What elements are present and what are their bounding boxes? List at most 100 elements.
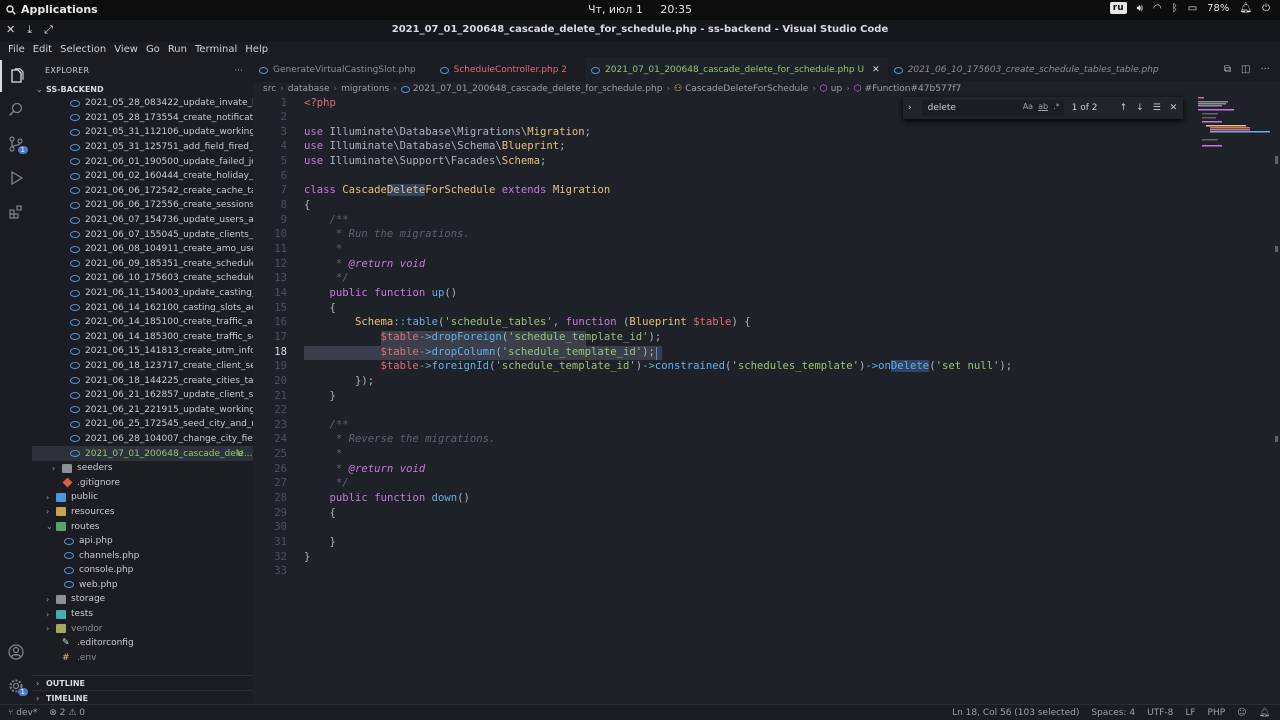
problems-indicator[interactable]: ⊗ 2 ⚠ 0	[49, 708, 85, 718]
find-in-selection-icon[interactable]: ☰	[1153, 103, 1161, 113]
tree-file-api[interactable]: api.php	[32, 534, 253, 549]
tree-file-migration[interactable]: 2021_06_14_162100_casting_slots_add_...	[32, 300, 253, 315]
code-line[interactable]: 29 {	[253, 507, 1193, 522]
code-line[interactable]: 13 */	[253, 272, 1193, 287]
code-line[interactable]: 33	[253, 565, 1193, 580]
notifications-bell-icon[interactable]: 🔔︎	[1259, 708, 1270, 718]
manage-gear-icon[interactable]: 1	[0, 670, 32, 702]
tree-file-migration[interactable]: 2021_06_06_172542_create_cache_tabl...	[32, 184, 253, 199]
tree-folder-tests[interactable]: › tests	[32, 607, 253, 622]
code-line[interactable]: 10 * Run the migrations.	[253, 228, 1193, 243]
next-match-icon[interactable]: ↓	[1136, 103, 1144, 113]
language-mode[interactable]: PHP	[1208, 708, 1226, 718]
tree-file-migration[interactable]: 2021_06_15_141813_create_utm_info_t...	[32, 344, 253, 359]
timeline-section[interactable]: › TIMELINE	[32, 690, 253, 704]
tree-file-env[interactable]: # .env	[32, 651, 253, 666]
tab-generate-virtual-casting-slot[interactable]: GenerateVirtualCastingSlot.php	[253, 58, 424, 82]
more-actions-icon[interactable]: ···	[1260, 64, 1270, 75]
tree-file-migration[interactable]: 2021_06_10_175603_create_schedule_t...	[32, 271, 253, 286]
tree-file-migration[interactable]: 2021_06_08_104911_create_amo_user_...	[32, 242, 253, 257]
code-line[interactable]: 24 * Reverse the migrations.	[253, 433, 1193, 448]
tree-file-migration[interactable]: 2021_05_31_112106_update_working_g...	[32, 125, 253, 140]
menu-edit[interactable]: Edit	[29, 42, 56, 58]
notifications-icon[interactable]: 🔔︎	[1239, 3, 1252, 14]
code-line[interactable]: 20 });	[253, 375, 1193, 390]
indentation[interactable]: Spaces: 4	[1091, 708, 1135, 718]
breadcrumb-item[interactable]: 2021_07_01_200648_cascade_delete_for_sch…	[413, 84, 663, 94]
tree-folder-resources[interactable]: › resources	[32, 505, 253, 520]
tree-file-selected[interactable]: 2021_07_01_200648_cascade_dele... U	[32, 446, 253, 461]
tree-file-migration[interactable]: 2021_06_21_221915_update_working_s...	[32, 402, 253, 417]
open-changes-icon[interactable]: ⧉	[1224, 64, 1231, 75]
tree-file-gitignore[interactable]: .gitignore	[32, 475, 253, 490]
code-line[interactable]: 7 class CascadeDeleteForSchedule extends …	[253, 184, 1193, 199]
code-line[interactable]: 11 *	[253, 243, 1193, 258]
end-of-line[interactable]: LF	[1185, 708, 1195, 718]
wifi-icon[interactable]: ◠	[1153, 3, 1162, 14]
code-line[interactable]: 21 }	[253, 390, 1193, 405]
tree-folder-storage[interactable]: › storage	[32, 592, 253, 607]
code-line[interactable]: 4 use Illuminate\Database\Schema\Blueprin…	[253, 140, 1193, 155]
code-line[interactable]: 3 use Illuminate\Database\Migrations\Migr…	[253, 126, 1193, 141]
keyboard-layout-indicator[interactable]: ru	[1109, 2, 1127, 14]
code-line[interactable]: 8{	[253, 199, 1193, 214]
match-word-toggle[interactable]: ab	[1038, 102, 1048, 111]
code-line[interactable]: 22	[253, 404, 1193, 419]
clock-time[interactable]: 20:35	[660, 3, 692, 16]
match-case-toggle[interactable]: Aa	[1023, 102, 1033, 111]
tree-file-channels[interactable]: channels.php	[32, 548, 253, 563]
tree-file-migration[interactable]: 2021_06_09_185351_create_schedules_...	[32, 257, 253, 272]
tab-cascade-delete[interactable]: 2021_07_01_200648_cascade_delete_for_sch…	[585, 58, 888, 82]
menu-terminal[interactable]: Terminal	[191, 42, 241, 58]
breadcrumb-item[interactable]: src	[263, 84, 276, 94]
breadcrumb-item[interactable]: migrations	[341, 84, 389, 94]
tree-folder-routes[interactable]: ⌄ routes	[32, 519, 253, 534]
tree-file-console[interactable]: console.php	[32, 563, 253, 578]
find-input[interactable]: delete Aa ab .*	[921, 100, 1064, 116]
menu-file[interactable]: File	[4, 42, 29, 58]
code-line[interactable]: 12 * @return void	[253, 258, 1193, 273]
code-line[interactable]: 31 }	[253, 536, 1193, 551]
menu-run[interactable]: Run	[164, 42, 191, 58]
split-editor-icon[interactable]: ◫	[1241, 64, 1250, 75]
tree-file-migration[interactable]: 2021_06_06_172556_create_sessions_ta...	[32, 198, 253, 213]
bluetooth-icon[interactable]: ᛒ	[1172, 3, 1178, 14]
feedback-icon[interactable]: ☺	[1237, 708, 1246, 718]
menu-go[interactable]: Go	[142, 42, 164, 58]
close-find-icon[interactable]: ✕	[1170, 103, 1178, 113]
breadcrumb-item[interactable]: database	[288, 84, 330, 94]
source-control-icon[interactable]: 1	[0, 128, 32, 160]
accounts-icon[interactable]	[0, 636, 32, 668]
vertical-scrollbar[interactable]	[1273, 96, 1280, 704]
tree-file-migration[interactable]: 2021_06_07_154736_update_users_add...	[32, 213, 253, 228]
tree-file-migration[interactable]: 2021_05_28_173554_create_notification...	[32, 111, 253, 126]
tree-folder-seeders[interactable]: › seeders	[32, 461, 253, 476]
tab-schedule-controller[interactable]: ScheduleController.php 2	[434, 58, 575, 82]
volume-icon[interactable]: 🔊︎	[1137, 3, 1143, 14]
encoding[interactable]: UTF-8	[1147, 708, 1173, 718]
tree-file-migration[interactable]: 2021_06_21_162857_update_client_setti...	[32, 388, 253, 403]
code-line[interactable]: 18 $table->dropColumn('schedule_template…	[253, 346, 1193, 361]
minimap[interactable]	[1193, 96, 1273, 704]
tree-file-web[interactable]: web.php	[32, 578, 253, 593]
regex-toggle[interactable]: .*	[1053, 102, 1060, 111]
menu-view[interactable]: View	[110, 42, 142, 58]
code-line[interactable]: 14 public function up()	[253, 287, 1193, 302]
tree-file-migration[interactable]: 2021_05_28_083422_update_invate_his...	[32, 96, 253, 111]
tree-file-migration[interactable]: 2021_05_31_125751_add_field_fired_to...	[32, 140, 253, 155]
code-line[interactable]: 19 $table->foreignId('schedule_template_…	[253, 360, 1193, 375]
tree-file-migration[interactable]: 2021_06_25_172545_seed_city_and_res...	[32, 417, 253, 432]
battery-icon[interactable]: ▭	[1188, 3, 1197, 14]
code-line[interactable]: 23 /**	[253, 419, 1193, 434]
project-root[interactable]: ⌄ SS-BACKEND	[32, 82, 253, 96]
code-line[interactable]: 5 use Illuminate\Support\Facades\Schema;	[253, 155, 1193, 170]
run-debug-icon[interactable]	[0, 162, 32, 194]
tree-file-migration[interactable]: 2021_06_18_123717_create_client_setti...	[32, 359, 253, 374]
tree-folder-public[interactable]: › public	[32, 490, 253, 505]
search-sidebar-icon[interactable]	[0, 94, 32, 126]
tree-file-migration[interactable]: 2021_06_18_144225_create_cities_table...	[32, 373, 253, 388]
code-line[interactable]: 17 $table->dropForeign('schedule_templat…	[253, 331, 1193, 346]
tree-file-migration[interactable]: 2021_06_14_185100_create_traffic_attri..…	[32, 315, 253, 330]
tree-file-editorconfig[interactable]: ✎ .editorconfig	[32, 636, 253, 651]
tree-folder-vendor[interactable]: › vendor	[32, 621, 253, 636]
